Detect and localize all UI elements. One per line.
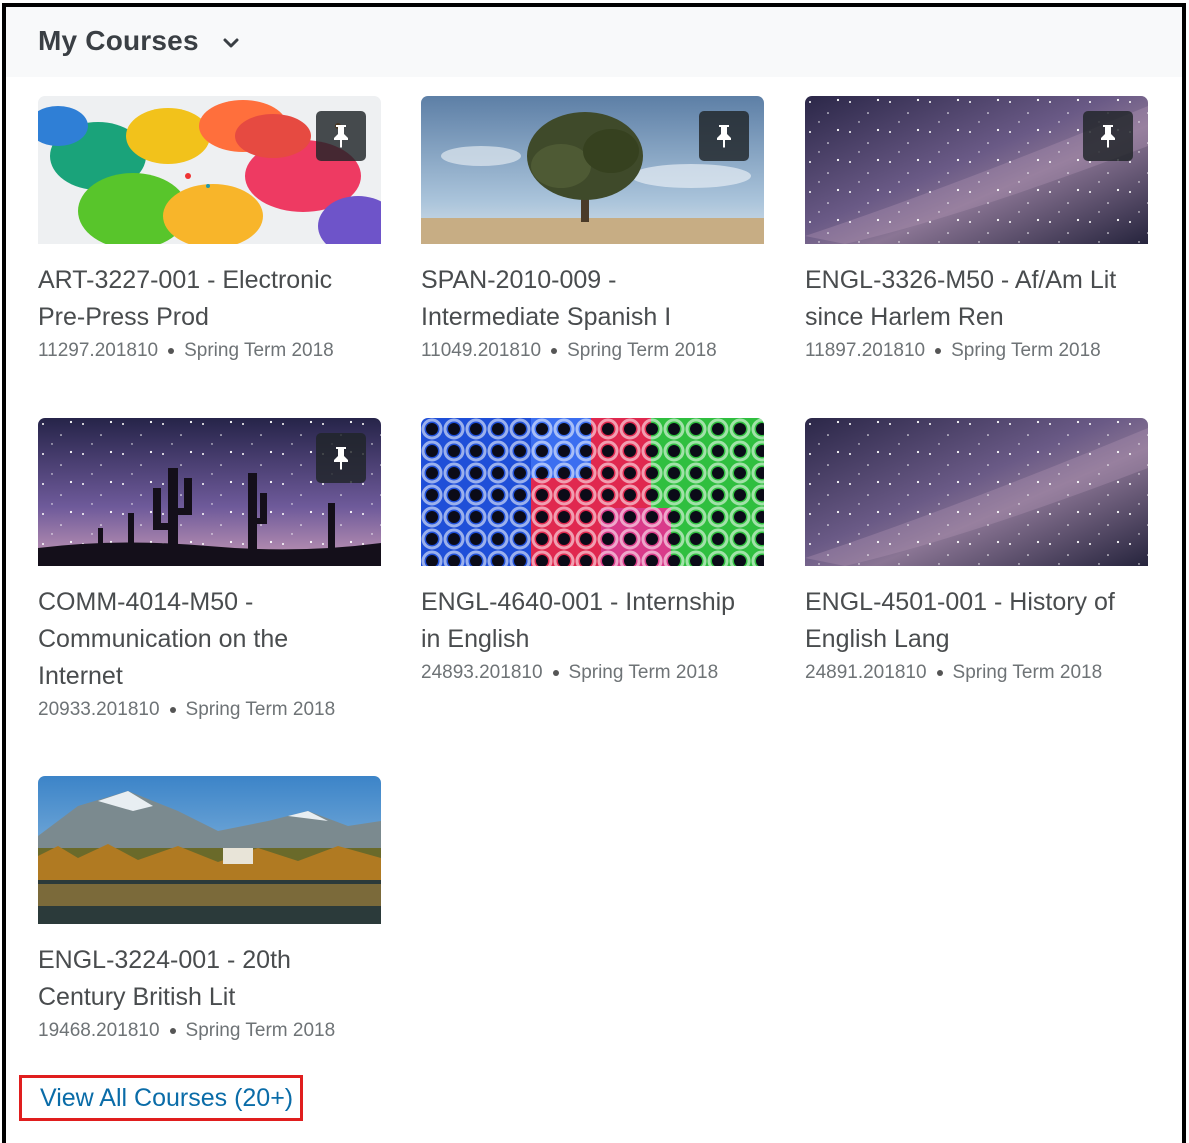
separator-dot xyxy=(169,1028,176,1034)
course-image-desert-night[interactable] xyxy=(38,418,381,566)
course-meta: 11049.201810 Spring Term 2018 xyxy=(421,340,764,362)
course-image-straws[interactable] xyxy=(421,418,764,566)
course-title[interactable]: SPAN-2010-009 - Intermediate Spanish I xyxy=(421,262,761,336)
course-meta: 11297.201810 Spring Term 2018 xyxy=(38,340,381,362)
course-image-mountain-lake[interactable] xyxy=(38,776,381,924)
course-term: Spring Term 2018 xyxy=(952,662,1103,683)
course-code: 20933.201810 xyxy=(38,699,160,720)
separator-dot xyxy=(169,707,176,713)
course-code: 24891.201810 xyxy=(805,662,927,683)
course-title[interactable]: ENGL-3224-001 - 20th Century British Lit xyxy=(38,942,378,1016)
course-meta: 20933.201810 Spring Term 2018 xyxy=(38,699,381,721)
widget-title: My Courses xyxy=(38,25,199,56)
course-term: Spring Term 2018 xyxy=(568,662,719,683)
course-title[interactable]: ENGL-4640-001 - Internship in English xyxy=(421,584,761,658)
course-code: 11297.201810 xyxy=(38,340,159,361)
course-meta: 11897.201810 Spring Term 2018 xyxy=(805,340,1148,362)
course-meta: 24891.201810 Spring Term 2018 xyxy=(805,662,1148,684)
course-card[interactable]: ENGL-3224-001 - 20th Century British Lit… xyxy=(38,776,381,1042)
course-image-tree[interactable] xyxy=(421,96,764,244)
pin-icon[interactable] xyxy=(316,433,366,483)
separator-dot xyxy=(552,670,559,676)
course-card[interactable]: ENGL-3326-M50 - Af/Am Lit since Harlem R… xyxy=(805,96,1148,362)
course-term: Spring Term 2018 xyxy=(185,1020,336,1041)
course-term: Spring Term 2018 xyxy=(185,699,336,720)
course-card[interactable]: ART-3227-001 - Electronic Pre-Press Prod… xyxy=(38,96,381,362)
course-title[interactable]: ENGL-4501-001 - History of English Lang xyxy=(805,584,1145,658)
course-image-paint[interactable] xyxy=(38,96,381,244)
course-code: 24893.201810 xyxy=(421,662,543,683)
separator-dot xyxy=(935,348,942,354)
course-title[interactable]: ENGL-3326-M50 - Af/Am Lit since Harlem R… xyxy=(805,262,1145,336)
separator-dot xyxy=(936,670,943,676)
course-card[interactable]: ENGL-4501-001 - History of English Lang … xyxy=(805,418,1148,684)
course-term: Spring Term 2018 xyxy=(567,340,717,361)
separator-dot xyxy=(551,348,558,354)
course-card[interactable]: ENGL-4640-001 - Internship in English 24… xyxy=(421,418,764,684)
course-card[interactable]: SPAN-2010-009 - Intermediate Spanish I 1… xyxy=(421,96,764,362)
pin-icon[interactable] xyxy=(1083,111,1133,161)
course-term: Spring Term 2018 xyxy=(184,340,334,361)
course-image-galaxy[interactable] xyxy=(805,96,1148,244)
course-title[interactable]: COMM-4014-M50 - Communication on the Int… xyxy=(38,584,378,695)
view-all-courses-link[interactable]: View All Courses (20+) xyxy=(19,1075,303,1121)
chevron-down-icon[interactable] xyxy=(222,35,240,51)
course-term: Spring Term 2018 xyxy=(951,340,1101,361)
my-courses-widget: My Courses ART-3227-001 - Electronic Pre… xyxy=(2,3,1186,1143)
course-card[interactable]: COMM-4014-M50 - Communication on the Int… xyxy=(38,418,381,721)
course-code: 11049.201810 xyxy=(421,340,542,361)
widget-header: My Courses xyxy=(6,7,1182,77)
separator-dot xyxy=(168,348,175,354)
course-meta: 24893.201810 Spring Term 2018 xyxy=(421,662,764,684)
course-code: 11897.201810 xyxy=(805,340,926,361)
course-image-galaxy[interactable] xyxy=(805,418,1148,566)
pin-icon[interactable] xyxy=(316,111,366,161)
course-meta: 19468.201810 Spring Term 2018 xyxy=(38,1020,381,1042)
course-title[interactable]: ART-3227-001 - Electronic Pre-Press Prod xyxy=(38,262,378,336)
pin-icon[interactable] xyxy=(699,111,749,161)
course-code: 19468.201810 xyxy=(38,1020,160,1041)
